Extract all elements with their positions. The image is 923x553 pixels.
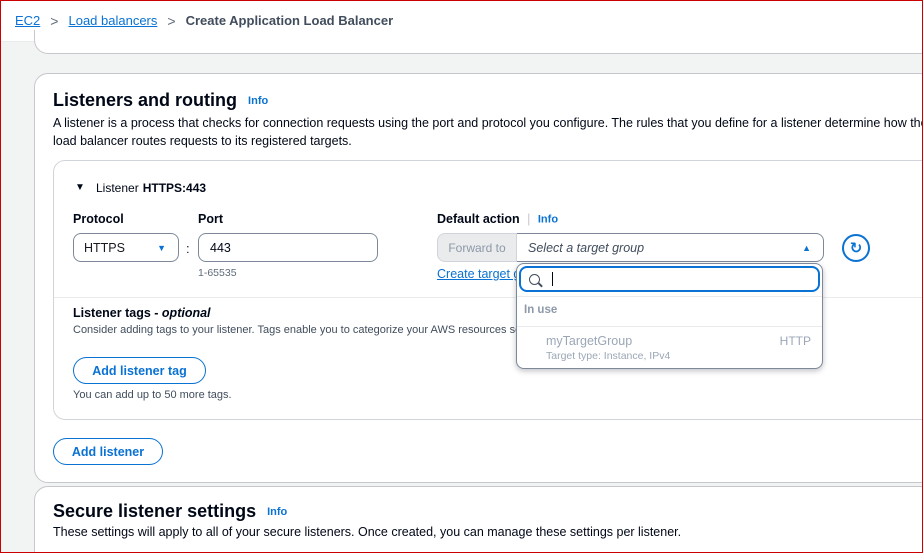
refresh-icon[interactable]: ↻ xyxy=(842,234,870,262)
panel-title: Listeners and routing Info xyxy=(53,90,268,111)
dropdown-group-label: In use xyxy=(524,304,558,316)
target-group-select[interactable]: Select a target group ▲ xyxy=(517,233,824,262)
target-group-placeholder: Select a target group xyxy=(528,240,645,255)
secure-panel-title: Secure listener settings Info xyxy=(53,501,287,522)
target-group-dropdown: In use myTargetGroup HTTP Target type: I… xyxy=(516,263,823,369)
panel-title-text: Listeners and routing xyxy=(53,90,238,110)
tags-title-text: Listener tags - xyxy=(73,306,162,320)
breadcrumb-load-balancers[interactable]: Load balancers xyxy=(68,13,157,28)
text-cursor xyxy=(552,272,553,286)
protocol-value: HTTPS xyxy=(84,240,125,255)
listener-label: Listener xyxy=(96,181,139,195)
dropdown-search[interactable] xyxy=(519,266,820,292)
protocol-label: Protocol xyxy=(73,212,124,226)
previous-panel-bottom xyxy=(34,30,923,54)
caret-down-icon[interactable]: ▼ xyxy=(75,182,85,193)
secure-info-link[interactable]: Info xyxy=(267,506,287,518)
add-listener-button[interactable]: Add listener xyxy=(53,438,163,465)
default-action-label-text: Default action xyxy=(437,212,520,226)
port-label: Port xyxy=(198,212,223,226)
chevron-right-icon: > xyxy=(167,12,176,29)
info-link[interactable]: Info xyxy=(248,95,268,107)
option-detail: Target type: Instance, IPv4 xyxy=(546,350,671,362)
info-divider: | xyxy=(527,212,531,226)
caret-up-icon: ▲ xyxy=(802,243,811,253)
dropdown-divider xyxy=(517,296,822,297)
listener-header[interactable]: Listener HTTPS:443 xyxy=(96,181,206,195)
default-action-label: Default action | Info xyxy=(437,212,558,226)
search-icon xyxy=(529,273,540,285)
port-input[interactable]: 443 xyxy=(198,233,378,262)
tags-optional: optional xyxy=(161,306,211,320)
default-action-info-link[interactable]: Info xyxy=(538,214,558,226)
panel-description: A listener is a process that checks for … xyxy=(53,116,923,148)
forward-to-label: Forward to xyxy=(437,233,517,262)
secure-panel-description: These settings will apply to all of your… xyxy=(53,525,682,539)
chevron-right-icon: > xyxy=(50,12,59,29)
caret-down-icon: ▼ xyxy=(157,243,166,253)
add-listener-tag-button[interactable]: Add listener tag xyxy=(73,357,206,384)
option-name: myTargetGroup xyxy=(546,334,633,348)
breadcrumb-current: Create Application Load Balancer xyxy=(185,13,394,28)
colon-separator: : xyxy=(186,241,190,256)
protocol-select[interactable]: HTTPS ▼ xyxy=(73,233,179,262)
listener-value: HTTPS:443 xyxy=(142,181,207,195)
listener-tags-title: Listener tags - optional xyxy=(73,306,211,320)
port-hint: 1-65535 xyxy=(198,267,237,279)
tags-limit-hint: You can add up to 50 more tags. xyxy=(73,389,232,401)
dropdown-option[interactable]: myTargetGroup HTTP Target type: Instance… xyxy=(517,326,822,368)
option-protocol: HTTP xyxy=(779,334,811,348)
secure-panel-title-text: Secure listener settings xyxy=(53,501,257,521)
breadcrumb-ec2[interactable]: EC2 xyxy=(15,13,40,28)
secure-listener-panel: Secure listener settings Info These sett… xyxy=(34,486,923,553)
